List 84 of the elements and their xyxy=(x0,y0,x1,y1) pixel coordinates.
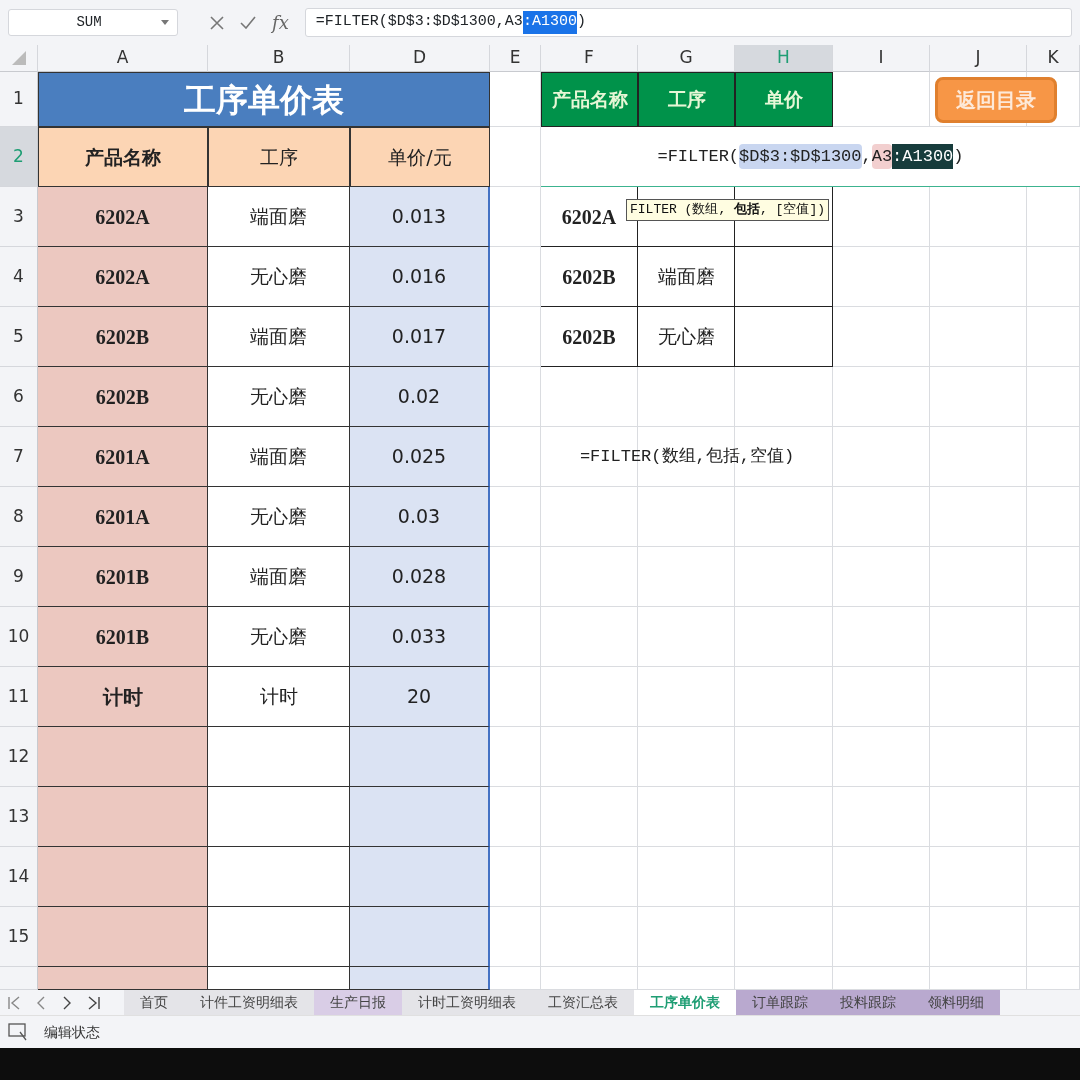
column-heading: 工序 xyxy=(208,127,350,187)
row-header[interactable]: 10 xyxy=(0,607,38,667)
column-header[interactable]: B xyxy=(208,45,350,72)
row-header[interactable]: 11 xyxy=(0,667,38,727)
column-heading: 工序 xyxy=(638,72,735,127)
cancel-icon[interactable] xyxy=(210,15,224,30)
table-cell: 6202B xyxy=(541,307,638,367)
formula-note: =FILTER(数组,包括,空值) xyxy=(578,446,796,469)
column-header[interactable]: K xyxy=(1027,45,1080,72)
row-header[interactable]: 1 xyxy=(0,72,38,127)
column-header[interactable]: D xyxy=(350,45,490,72)
function-button[interactable]: fx xyxy=(272,9,289,36)
table-cell: 计时 xyxy=(38,667,208,727)
status-text: 编辑状态 xyxy=(44,1022,100,1042)
table-cell: 0.03 xyxy=(350,487,490,547)
column-header[interactable]: F xyxy=(541,45,638,72)
column-heading: 产品名称 xyxy=(541,72,638,127)
table-cell: 0.02 xyxy=(350,367,490,427)
table-cell: 端面磨 xyxy=(208,187,350,247)
table-cell: 0.013 xyxy=(350,187,490,247)
formula-field[interactable]: =FILTER($D$3:$D$1300,A3:A1300) xyxy=(304,8,1072,37)
sheet-tab[interactable]: 首页 xyxy=(124,990,184,1015)
table-cell: 0.017 xyxy=(350,307,490,367)
previous-sheet-icon[interactable] xyxy=(36,995,46,1010)
column-heading: 产品名称 xyxy=(38,127,208,187)
table-cell: 20 xyxy=(350,667,490,727)
column-header[interactable]: A xyxy=(38,45,208,72)
table-cell: 无心磨 xyxy=(208,487,350,547)
row-header[interactable]: 6 xyxy=(0,367,38,427)
column-heading: 单价 xyxy=(735,72,833,127)
row-header[interactable]: 15 xyxy=(0,907,38,967)
sheet-tab[interactable]: 工资汇总表 xyxy=(532,990,634,1015)
last-sheet-icon[interactable] xyxy=(88,995,100,1010)
table-cell: 6201A xyxy=(38,487,208,547)
table-cell: 6202B xyxy=(38,307,208,367)
row-header[interactable]: 3 xyxy=(0,187,38,247)
column-header[interactable]: I xyxy=(833,45,930,72)
table-cell: 0.028 xyxy=(350,547,490,607)
cell-formula-editor[interactable]: =FILTER($D$3:$D$1300,A3:A1300) xyxy=(541,127,1080,187)
row-header[interactable]: 8 xyxy=(0,487,38,547)
table-cell: 6202B xyxy=(541,247,638,307)
next-sheet-icon[interactable] xyxy=(62,995,72,1010)
row-header[interactable]: 5 xyxy=(0,307,38,367)
table-cell: 端面磨 xyxy=(208,307,350,367)
table-cell: 无心磨 xyxy=(208,367,350,427)
function-tooltip: FILTER (数组, 包括, [空值]) xyxy=(626,199,830,221)
table-cell: 计时 xyxy=(208,667,350,727)
column-header[interactable]: G xyxy=(638,45,735,72)
table-cell: 0.033 xyxy=(350,607,490,667)
table-cell: 6201A xyxy=(38,427,208,487)
table-cell: 6202A xyxy=(38,247,208,307)
name-box[interactable]: SUM xyxy=(8,9,178,36)
table-cell: 端面磨 xyxy=(638,247,735,307)
table-cell: 无心磨 xyxy=(208,607,350,667)
column-header[interactable]: E xyxy=(490,45,541,72)
sheet-tab[interactable]: 计件工资明细表 xyxy=(184,990,314,1015)
table-cell: 6202A xyxy=(38,187,208,247)
row-header[interactable]: 14 xyxy=(0,847,38,907)
table-title: 工序单价表 xyxy=(38,72,490,127)
sheet-tab[interactable]: 投料跟踪 xyxy=(824,990,912,1015)
row-header[interactable]: 7 xyxy=(0,427,38,487)
table-cell: 0.025 xyxy=(350,427,490,487)
row-header[interactable]: 4 xyxy=(0,247,38,307)
table-cell: 无心磨 xyxy=(208,247,350,307)
table-cell: 6201B xyxy=(38,607,208,667)
row-header[interactable]: 12 xyxy=(0,727,38,787)
column-header[interactable]: J xyxy=(930,45,1027,72)
first-sheet-icon[interactable] xyxy=(8,995,20,1010)
sheet-tab[interactable]: 领料明细 xyxy=(912,990,1000,1015)
table-cell: 无心磨 xyxy=(638,307,735,367)
table-cell: 端面磨 xyxy=(208,427,350,487)
table-cell: 端面磨 xyxy=(208,547,350,607)
table-cell: 0.016 xyxy=(350,247,490,307)
row-header[interactable]: 9 xyxy=(0,547,38,607)
row-header[interactable]: 13 xyxy=(0,787,38,847)
sheet-tab[interactable]: 计时工资明细表 xyxy=(402,990,532,1015)
sheet-tab[interactable]: 生产日报 xyxy=(314,990,402,1015)
table-cell: 6201B xyxy=(38,547,208,607)
dropdown-caret-icon[interactable] xyxy=(161,20,169,25)
macro-icon[interactable] xyxy=(8,1023,28,1041)
sheet-tab[interactable]: 订单跟踪 xyxy=(736,990,824,1015)
column-heading: 单价/元 xyxy=(350,127,490,187)
check-icon[interactable] xyxy=(240,16,256,29)
table-cell: 6202B xyxy=(38,367,208,427)
